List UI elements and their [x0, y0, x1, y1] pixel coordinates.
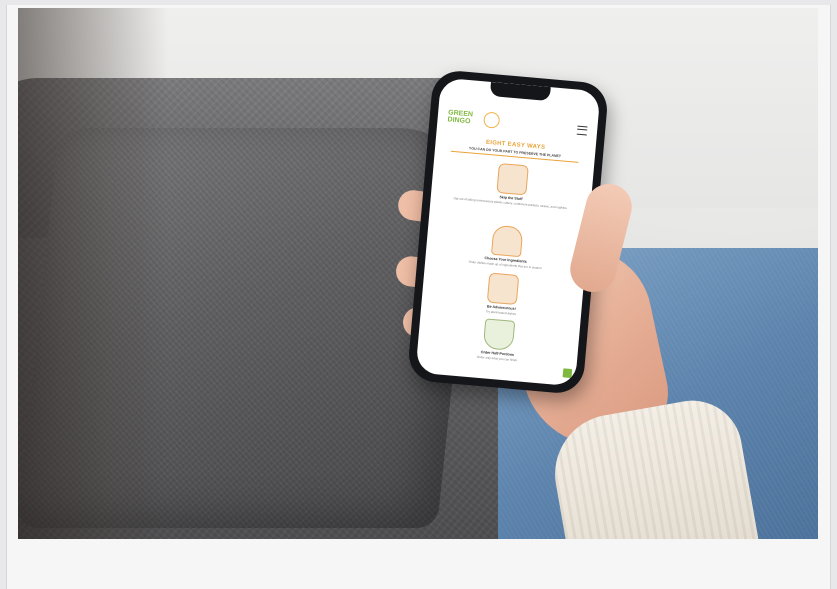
foreground-shadow: [18, 8, 168, 539]
burger-icon: [486, 272, 520, 306]
logo-mark-icon: [483, 111, 501, 129]
phone-screen: GREEN DINGO EIGHT EASY WAYS YOU CAN DO Y…: [415, 77, 601, 387]
plastic-icon: [496, 162, 529, 196]
list-item: Skip the Stuff Opt out of taking unneces…: [431, 157, 594, 212]
plate-icon: [482, 318, 516, 351]
produce-icon: [490, 224, 524, 258]
hero-photo: GREEN DINGO EIGHT EASY WAYS YOU CAN DO Y…: [18, 8, 818, 539]
brand-logo: GREEN DINGO: [447, 108, 501, 129]
hamburger-menu-icon: [576, 125, 588, 136]
list-item: Order Half-Portions Order only what you …: [417, 313, 580, 368]
chat-button: [562, 368, 573, 379]
phone-notch: [489, 81, 551, 102]
list-item: Choose Your Ingredients Order dishes mad…: [425, 219, 588, 274]
list-item: Be Adventurous! Try plant-based dishes: [421, 267, 584, 322]
logo-text: GREEN DINGO: [447, 109, 474, 126]
